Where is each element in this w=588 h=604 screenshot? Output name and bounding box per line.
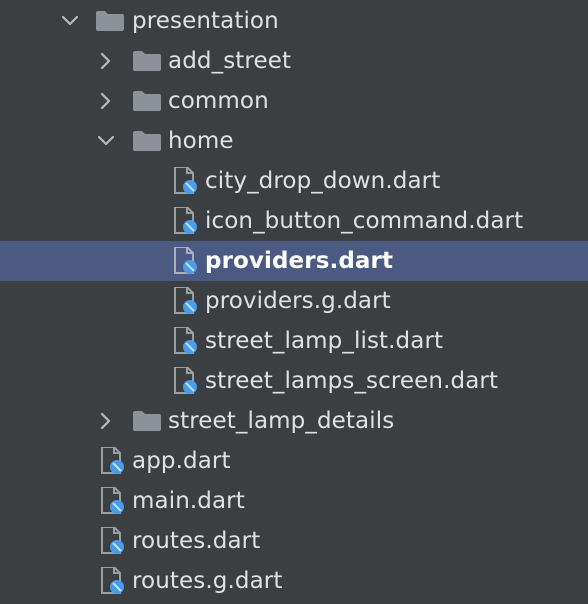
tree-item-label: street_lamps_screen.dart: [205, 368, 499, 394]
dart-file-icon: [100, 567, 126, 595]
folder-icon: [133, 91, 161, 111]
tree-item-label: street_lamp_details: [168, 408, 395, 434]
tree-item-add-street[interactable]: add_street: [0, 41, 588, 81]
tree-item-label: app.dart: [132, 448, 231, 474]
tree-item-main-dart[interactable]: main.dart: [0, 481, 588, 521]
tree-item-label: add_street: [168, 48, 292, 74]
chevron-right-icon[interactable]: [98, 413, 114, 429]
chevron-right-icon[interactable]: [98, 53, 114, 69]
dart-file-icon: [173, 327, 199, 355]
tree-item-app-dart[interactable]: app.dart: [0, 441, 588, 481]
chevron-right-icon[interactable]: [98, 93, 114, 109]
folder-icon: [96, 11, 124, 31]
folder-icon: [133, 411, 161, 431]
chevron-down-icon[interactable]: [62, 13, 78, 29]
dart-file-icon: [173, 167, 199, 195]
tree-item-street-lamp-details[interactable]: street_lamp_details: [0, 401, 588, 441]
folder-icon: [133, 51, 161, 71]
tree-item-street-lamp-list-dart[interactable]: street_lamp_list.dart: [0, 321, 588, 361]
dart-file-icon: [100, 527, 126, 555]
tree-item-common[interactable]: common: [0, 81, 588, 121]
tree-item-routes-dart[interactable]: routes.dart: [0, 521, 588, 561]
tree-item-icon-button-command-dart[interactable]: icon_button_command.dart: [0, 201, 588, 241]
project-tree: presentation add_street common home city…: [0, 0, 588, 604]
tree-item-providers-dart[interactable]: providers.dart: [0, 241, 588, 281]
tree-item-label: street_lamp_list.dart: [205, 328, 444, 354]
dart-file-icon: [173, 207, 199, 235]
chevron-down-icon[interactable]: [98, 133, 114, 149]
tree-item-city-drop-down-dart[interactable]: city_drop_down.dart: [0, 161, 588, 201]
dart-file-icon: [173, 287, 199, 315]
tree-item-label: common: [168, 88, 269, 114]
dart-file-icon: [173, 367, 199, 395]
tree-item-presentation[interactable]: presentation: [0, 1, 588, 41]
tree-item-label: city_drop_down.dart: [205, 168, 441, 194]
tree-item-label: icon_button_command.dart: [205, 208, 524, 234]
tree-item-label: providers.g.dart: [205, 288, 391, 314]
tree-item-label: routes.dart: [132, 528, 261, 554]
tree-item-label: routes.g.dart: [132, 568, 283, 594]
tree-item-street-lamps-screen-dart[interactable]: street_lamps_screen.dart: [0, 361, 588, 401]
tree-item-label: home: [168, 128, 234, 154]
tree-item-label: main.dart: [132, 488, 245, 514]
tree-item-label: presentation: [132, 8, 279, 34]
tree-item-home[interactable]: home: [0, 121, 588, 161]
dart-file-icon: [100, 487, 126, 515]
dart-file-icon: [100, 447, 126, 475]
dart-file-icon: [173, 247, 199, 275]
tree-item-providers-g-dart[interactable]: providers.g.dart: [0, 281, 588, 321]
tree-item-label: providers.dart: [205, 248, 394, 274]
folder-icon: [133, 131, 161, 151]
tree-item-routes-g-dart[interactable]: routes.g.dart: [0, 561, 588, 601]
